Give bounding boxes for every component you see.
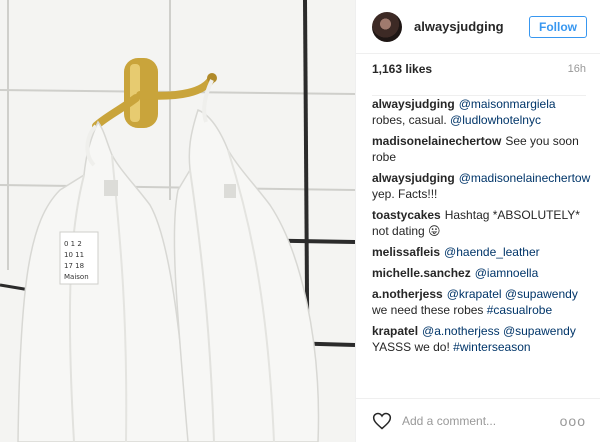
post-time[interactable]: 16h (568, 63, 586, 75)
comment-mention-link[interactable]: @supawendy (505, 287, 578, 301)
comment-text: robes, casual. (372, 113, 451, 127)
comment-item: madisonelainechertow See you soon robe (372, 133, 590, 165)
comment-hashtag-link[interactable]: #winterseason (453, 340, 530, 354)
comment-mention-link[interactable]: @madisonelainechertow (459, 171, 591, 185)
comment-mention-link[interactable]: @ludlowhotelnyc (450, 113, 541, 127)
author-username[interactable]: alwaysjudging (414, 19, 529, 34)
heart-icon[interactable] (372, 411, 392, 431)
svg-text:0 1 2: 0 1 2 (64, 240, 82, 248)
post-photo: 0 1 2 10 11 17 18 Maison (0, 0, 355, 442)
post-header: alwaysjudging Follow (356, 0, 600, 54)
comment-item: michelle.sanchez @iamnoella (372, 265, 590, 281)
instagram-post: 0 1 2 10 11 17 18 Maison alwaysjudging F… (0, 0, 600, 442)
comments-list: alwaysjudging @maisonmargiela robes, casu… (372, 96, 590, 360)
comment-mention-link[interactable]: @haende_leather (444, 245, 540, 259)
svg-text:10 11: 10 11 (64, 251, 84, 259)
comment-username[interactable]: madisonelainechertow (372, 134, 501, 148)
comment-username[interactable]: alwaysjudging (372, 97, 455, 111)
robes-photo-illustration: 0 1 2 10 11 17 18 Maison (0, 0, 355, 442)
comment-mention-link[interactable]: @krapatel (447, 287, 502, 301)
comment-username[interactable]: michelle.sanchez (372, 266, 471, 280)
comment-item: alwaysjudging @maisonmargiela robes, casu… (372, 96, 590, 128)
comment-username[interactable]: melissafleis (372, 245, 440, 259)
svg-text:Maison: Maison (64, 273, 89, 281)
more-options-icon[interactable]: ooo (560, 413, 586, 429)
comment-bar: ooo (356, 398, 600, 442)
comment-mention-link[interactable]: @a.notherjess (422, 324, 500, 338)
comment-item: melissafleis @haende_leather (372, 244, 590, 260)
avatar[interactable] (372, 11, 402, 42)
comment-mention-link[interactable]: @iamnoella (475, 266, 539, 280)
comment-item: alwaysjudging @madisonelainechertow yep. … (372, 170, 590, 202)
post-meta: 1,163 likes 16h (372, 60, 586, 96)
comment-mention-link[interactable]: @maisonmargiela (459, 97, 556, 111)
comment-mention-link[interactable]: @supawendy (503, 324, 576, 338)
comment-username[interactable]: krapatel (372, 324, 418, 338)
post-sidebar: alwaysjudging Follow 1,163 likes 16h alw… (355, 0, 600, 442)
comment-item: a.notherjess @krapatel @supawendy we need… (372, 286, 590, 318)
svg-text:17 18: 17 18 (64, 262, 84, 270)
comment-username[interactable]: a.notherjess (372, 287, 443, 301)
comment-text: we need these robes (372, 303, 487, 317)
comment-item: toastycakes Hashtag *ABSOLUTELY* not dati… (372, 207, 590, 239)
comment-input[interactable] (402, 413, 560, 428)
comment-text: YASSS we do! (372, 340, 454, 354)
follow-button[interactable]: Follow (529, 15, 587, 38)
comment-hashtag-link[interactable]: #casualrobe (487, 303, 552, 317)
comment-item: krapatel @a.notherjess @supawendy YASSS w… (372, 323, 590, 355)
comment-text: yep. Facts!!! (372, 187, 438, 201)
comment-username[interactable]: toastycakes (372, 208, 441, 222)
likes-count[interactable]: 1,163 likes (372, 62, 432, 76)
comment-username[interactable]: alwaysjudging (372, 171, 455, 185)
